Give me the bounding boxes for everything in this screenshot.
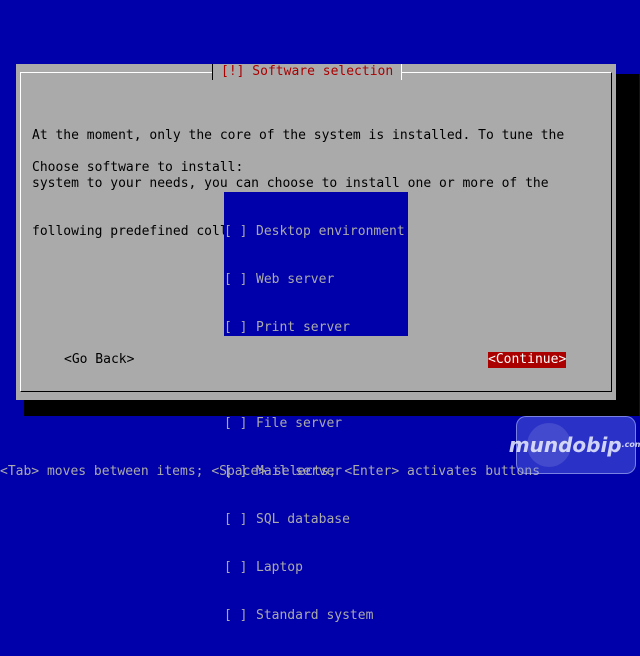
go-back-button[interactable]: <Go Back> [64,352,134,368]
checkbox[interactable]: [ ] [224,224,256,240]
checkbox[interactable]: [ ] [224,512,256,528]
list-item-dns-server[interactable]: [ ] DNS server [224,368,408,384]
checkbox[interactable]: [ ] [224,272,256,288]
continue-button[interactable]: <Continue> [488,352,567,368]
checkbox[interactable]: [ ] [224,608,256,624]
mundobip-watermark-logo: mundobip.com [509,416,640,474]
list-item-label: Print server [256,320,350,335]
list-item-standard-system[interactable]: [ ] Standard system [224,608,408,624]
checkbox[interactable]: [ ] [224,416,256,432]
list-item-label: SQL database [256,512,350,527]
list-item-label: File server [256,416,343,431]
watermark-globe-icon [527,423,571,467]
installer-screen: { "dialog": { "title": "[!] Software sel… [0,0,640,623]
software-list[interactable]: [ ] Desktop environment [ ] Web server [… [224,192,408,623]
keyboard-help-line: <Tab> moves between items; <Space> selec… [0,464,541,479]
list-item-print-server[interactable]: [ ] Print server [224,320,408,336]
list-item-label: Laptop [256,560,303,575]
description-line: system to your needs, you can choose to … [32,176,549,191]
watermark-suffix: .com [621,440,640,449]
choose-software-prompt: Choose software to install: [32,160,244,175]
software-selection-dialog: [!] Software selection At the moment, on… [16,64,616,623]
list-item-sql-database[interactable]: [ ] SQL database [224,512,408,528]
checkbox[interactable]: [ ] [224,560,256,576]
checkbox[interactable]: [ ] [224,320,256,336]
checkbox[interactable]: [ ] [224,368,256,384]
list-item-label: DNS server [256,368,335,383]
list-item-laptop[interactable]: [ ] Laptop [224,560,408,576]
list-item-label: Web server [256,272,335,287]
list-item-web-server[interactable]: [ ] Web server [224,272,408,288]
list-item-label: Desktop environment [256,224,405,239]
list-item-file-server[interactable]: [ ] File server [224,416,408,432]
dialog-title: [!] Software selection [212,64,403,80]
description-line: At the moment, only the core of the syst… [32,128,565,143]
list-item-desktop-environment[interactable]: [ ] Desktop environment [224,224,408,240]
list-item-label: Standard system [256,608,374,623]
